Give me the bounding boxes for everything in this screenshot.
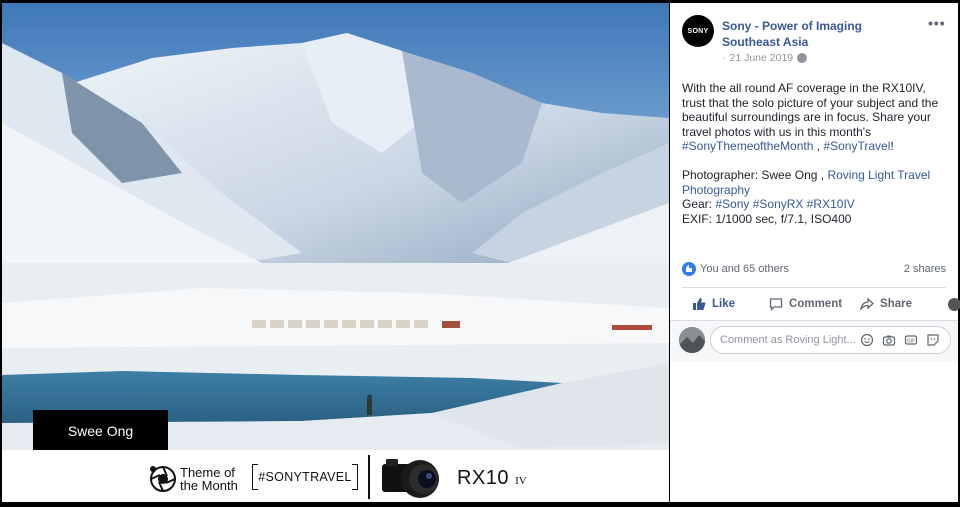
- gear-line: Gear: #Sony #SonyRX #RX10IV: [682, 197, 952, 212]
- globe-icon: [797, 53, 808, 63]
- svg-text:GIF: GIF: [907, 338, 915, 344]
- profile-mini-icon: [948, 297, 960, 311]
- camera-icon[interactable]: [882, 333, 896, 347]
- post-date[interactable]: 21 June 2019: [730, 52, 794, 64]
- user-avatar[interactable]: [679, 327, 705, 353]
- body-end: !: [890, 139, 894, 153]
- likes-count-link[interactable]: You and 65 others: [700, 263, 789, 275]
- gear-label: Gear:: [682, 197, 716, 211]
- post-meta: · 21 June 2019: [722, 52, 808, 64]
- comment-composer: Comment as Roving Light... GIF: [670, 321, 958, 361]
- share-label: Share: [880, 298, 913, 310]
- action-bar: Like Comment Share: [682, 293, 960, 315]
- theme-of-the-month-text: Theme of the Month: [180, 466, 250, 492]
- banner-divider: [368, 455, 370, 499]
- hashtag-separator: ,: [813, 139, 824, 153]
- photographer-line: Photographer: Swee Ong , Roving Light Tr…: [682, 168, 952, 197]
- exif-line: EXIF: 1/1000 sec, f/7.1, ISO400: [682, 211, 852, 226]
- comment-button[interactable]: Comment: [769, 297, 842, 311]
- sticker-icon[interactable]: [926, 333, 940, 347]
- bracket-left: [252, 464, 258, 490]
- comment-input[interactable]: Comment as Roving Light... GIF: [710, 326, 951, 354]
- hashtag-link-1[interactable]: #SonyThemeoftheMonth: [682, 139, 813, 153]
- emoji-icon[interactable]: [860, 333, 874, 347]
- theme-line-2: the Month: [180, 478, 238, 493]
- page-name-link[interactable]: Sony - Power of Imaging Southeast Asia: [722, 18, 922, 50]
- thumbs-up-icon: [693, 298, 706, 310]
- profile-selector-button[interactable]: [948, 297, 960, 311]
- comment-placeholder: Comment as Roving Light...: [720, 334, 856, 346]
- photographer-label: Photographer: Swee Ong ,: [682, 168, 828, 182]
- bracket-right: [352, 464, 358, 490]
- post-panel: SONY Sony - Power of Imaging Southeast A…: [670, 3, 960, 502]
- model-name: RX10: [457, 467, 510, 489]
- more-options-button[interactable]: •••: [928, 15, 946, 31]
- shares-count-link[interactable]: 2 shares: [904, 263, 946, 275]
- body-text: With the all round AF coverage in the RX…: [682, 81, 939, 139]
- share-button[interactable]: Share: [860, 297, 912, 311]
- aperture-logo-icon: [150, 466, 176, 492]
- gif-icon[interactable]: GIF: [904, 333, 918, 347]
- like-reaction-icon: [682, 262, 696, 276]
- hashtag-box: #SONYTRAVEL: [252, 464, 358, 490]
- share-arrow-icon: [860, 297, 875, 311]
- comment-tools: GIF: [860, 333, 940, 347]
- page-avatar[interactable]: SONY: [682, 15, 714, 47]
- post-body: With the all round AF coverage in the RX…: [682, 81, 952, 226]
- reactions-bar: You and 65 others 2 shares: [682, 262, 946, 276]
- camera-model-text: RX10 IV: [457, 467, 527, 490]
- date-separator: ·: [722, 52, 726, 64]
- photographer-name-tag: Swee Ong: [33, 410, 168, 451]
- comment-label: Comment: [789, 298, 843, 310]
- like-label: Like: [712, 298, 736, 310]
- like-button[interactable]: Like: [692, 297, 735, 311]
- camera-icon: [382, 459, 439, 498]
- hashtag-text: #SONYTRAVEL: [258, 470, 352, 484]
- hashtag-link-2[interactable]: #SonyTravel: [823, 139, 890, 153]
- gear-hashtags[interactable]: #Sony #SonyRX #RX10IV: [715, 197, 854, 211]
- post-paragraph-1: With the all round AF coverage in the RX…: [682, 81, 952, 154]
- comment-bubble-icon: [769, 298, 783, 311]
- model-suffix: IV: [515, 475, 527, 487]
- post-photo[interactable]: Swee Ong Theme of the Month #SONYTRAVEL: [2, 3, 669, 502]
- divider: [682, 287, 946, 288]
- promo-banner: Theme of the Month #SONYTRAVEL RX10 IV: [2, 450, 669, 502]
